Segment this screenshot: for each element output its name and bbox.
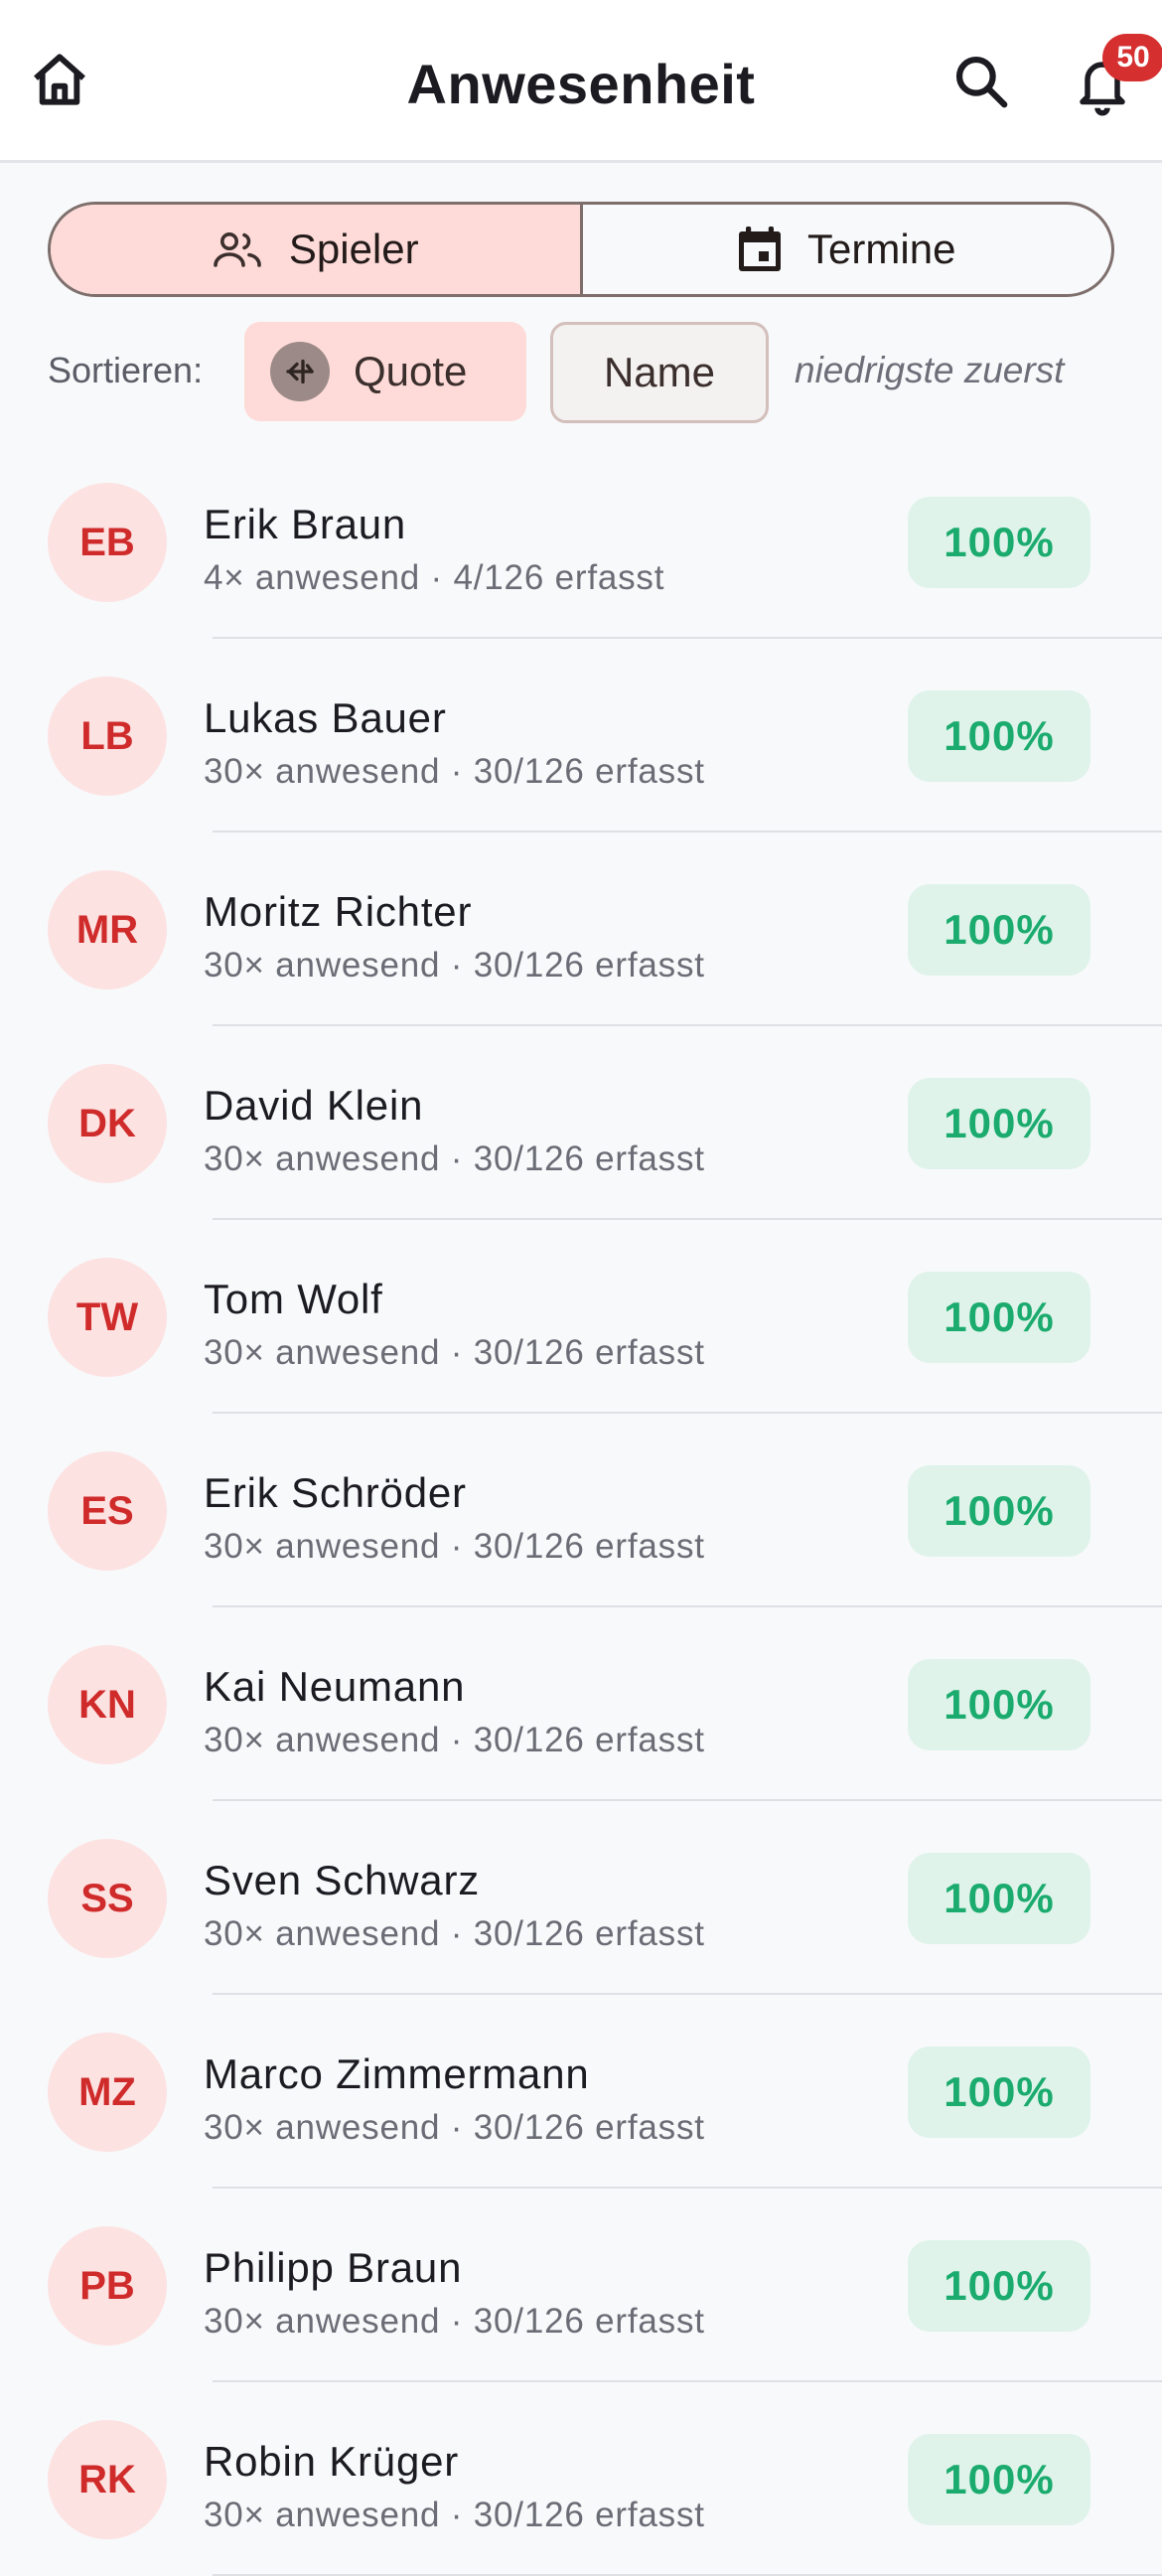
- calendar-icon: [739, 227, 782, 271]
- player-name: Erik Schröder: [204, 1469, 467, 1516]
- avatar: ES: [48, 1451, 167, 1571]
- avatar: MZ: [48, 2033, 167, 2152]
- search-icon: [955, 56, 1008, 108]
- player-row[interactable]: RK Robin Krüger 30× anwesend · 30/126 er…: [0, 2382, 1162, 2576]
- player-name: Moritz Richter: [204, 888, 473, 935]
- avatar: MR: [48, 870, 167, 989]
- avatar: KN: [48, 1645, 167, 1764]
- player-row[interactable]: KN Kai Neumann 30× anwesend · 30/126 erf…: [0, 1607, 1162, 1801]
- tab-termine[interactable]: Termine: [579, 205, 1112, 294]
- people-icon: [214, 232, 261, 267]
- search-button[interactable]: [942, 42, 1021, 121]
- avatar: LB: [48, 677, 167, 796]
- player-name: Kai Neumann: [204, 1663, 466, 1710]
- player-row[interactable]: EB Erik Braun 4× anwesend · 4/126 erfass…: [0, 445, 1162, 639]
- player-row[interactable]: LB Lukas Bauer 30× anwesend · 30/126 erf…: [0, 639, 1162, 833]
- player-name: Robin Krüger: [204, 2438, 460, 2485]
- player-attendance-summary: 30× anwesend · 30/126 erfasst: [204, 946, 705, 985]
- player-attendance-summary: 30× anwesend · 30/126 erfasst: [204, 1914, 705, 1953]
- attendance-rate-badge: 100%: [908, 690, 1090, 782]
- attendance-rate-badge: 100%: [908, 1659, 1090, 1750]
- player-name: Philipp Braun: [204, 2244, 463, 2291]
- sort-icon: [270, 342, 330, 401]
- player-row[interactable]: TW Tom Wolf 30× anwesend · 30/126 erfass…: [0, 1220, 1162, 1414]
- app-header: Anwesenheit 50: [0, 0, 1162, 163]
- sort-by-quote-label: Quote: [354, 348, 468, 394]
- avatar: EB: [48, 483, 167, 602]
- player-name: David Klein: [204, 1082, 424, 1129]
- player-row[interactable]: PB Philipp Braun 30× anwesend · 30/126 e…: [0, 2189, 1162, 2382]
- tab-spieler-label: Spieler: [288, 226, 419, 272]
- player-attendance-summary: 30× anwesend · 30/126 erfasst: [204, 1721, 705, 1759]
- sort-by-name-chip[interactable]: Name: [550, 322, 769, 423]
- player-attendance-summary: 30× anwesend · 30/126 erfasst: [204, 2302, 705, 2341]
- avatar: RK: [48, 2420, 167, 2539]
- player-name: Lukas Bauer: [204, 694, 447, 741]
- player-attendance-summary: 30× anwesend · 30/126 erfasst: [204, 1139, 705, 1178]
- player-row[interactable]: SS Sven Schwarz 30× anwesend · 30/126 er…: [0, 1801, 1162, 1995]
- attendance-rate-badge: 100%: [908, 2240, 1090, 2332]
- player-name: Sven Schwarz: [204, 1857, 481, 1903]
- avatar: DK: [48, 1064, 167, 1183]
- attendance-rate-badge: 100%: [908, 2046, 1090, 2138]
- player-attendance-summary: 30× anwesend · 30/126 erfasst: [204, 1333, 705, 1372]
- player-name: Erik Braun: [204, 501, 407, 547]
- attendance-rate-badge: 100%: [908, 1853, 1090, 1944]
- notification-badge: 50: [1102, 34, 1162, 81]
- avatar: TW: [48, 1258, 167, 1377]
- player-name: Marco Zimmermann: [204, 2050, 590, 2097]
- player-attendance-summary: 4× anwesend · 4/126 erfasst: [204, 558, 665, 597]
- attendance-rate-badge: 100%: [908, 1465, 1090, 1557]
- attendance-rate-badge: 100%: [908, 1078, 1090, 1169]
- attendance-rate-badge: 100%: [908, 1272, 1090, 1363]
- player-attendance-summary: 30× anwesend · 30/126 erfasst: [204, 2496, 705, 2534]
- view-switcher: Spieler Termine: [48, 202, 1114, 297]
- player-name: Tom Wolf: [204, 1276, 383, 1322]
- player-attendance-summary: 30× anwesend · 30/126 erfasst: [204, 2108, 705, 2147]
- player-attendance-summary: 30× anwesend · 30/126 erfasst: [204, 1527, 705, 1566]
- avatar: PB: [48, 2226, 167, 2346]
- player-row[interactable]: MR Moritz Richter 30× anwesend · 30/126 …: [0, 833, 1162, 1026]
- tab-termine-label: Termine: [807, 226, 956, 272]
- attendance-rate-badge: 100%: [908, 497, 1090, 588]
- attendance-rate-badge: 100%: [908, 2434, 1090, 2525]
- player-row[interactable]: DK David Klein 30× anwesend · 30/126 erf…: [0, 1026, 1162, 1220]
- sort-label: Sortieren:: [48, 350, 204, 390]
- tab-spieler[interactable]: Spieler: [51, 205, 580, 294]
- attendance-rate-badge: 100%: [908, 884, 1090, 976]
- player-row[interactable]: ES Erik Schröder 30× anwesend · 30/126 e…: [0, 1414, 1162, 1607]
- avatar: SS: [48, 1839, 167, 1958]
- sort-by-quote-chip[interactable]: Quote: [244, 322, 526, 421]
- sort-order-hint: niedrigste zuerst: [795, 350, 1065, 390]
- sort-by-name-label: Name: [603, 349, 716, 395]
- player-list: EB Erik Braun 4× anwesend · 4/126 erfass…: [0, 445, 1162, 2576]
- player-attendance-summary: 30× anwesend · 30/126 erfasst: [204, 752, 705, 791]
- player-row[interactable]: MZ Marco Zimmermann 30× anwesend · 30/12…: [0, 1995, 1162, 2189]
